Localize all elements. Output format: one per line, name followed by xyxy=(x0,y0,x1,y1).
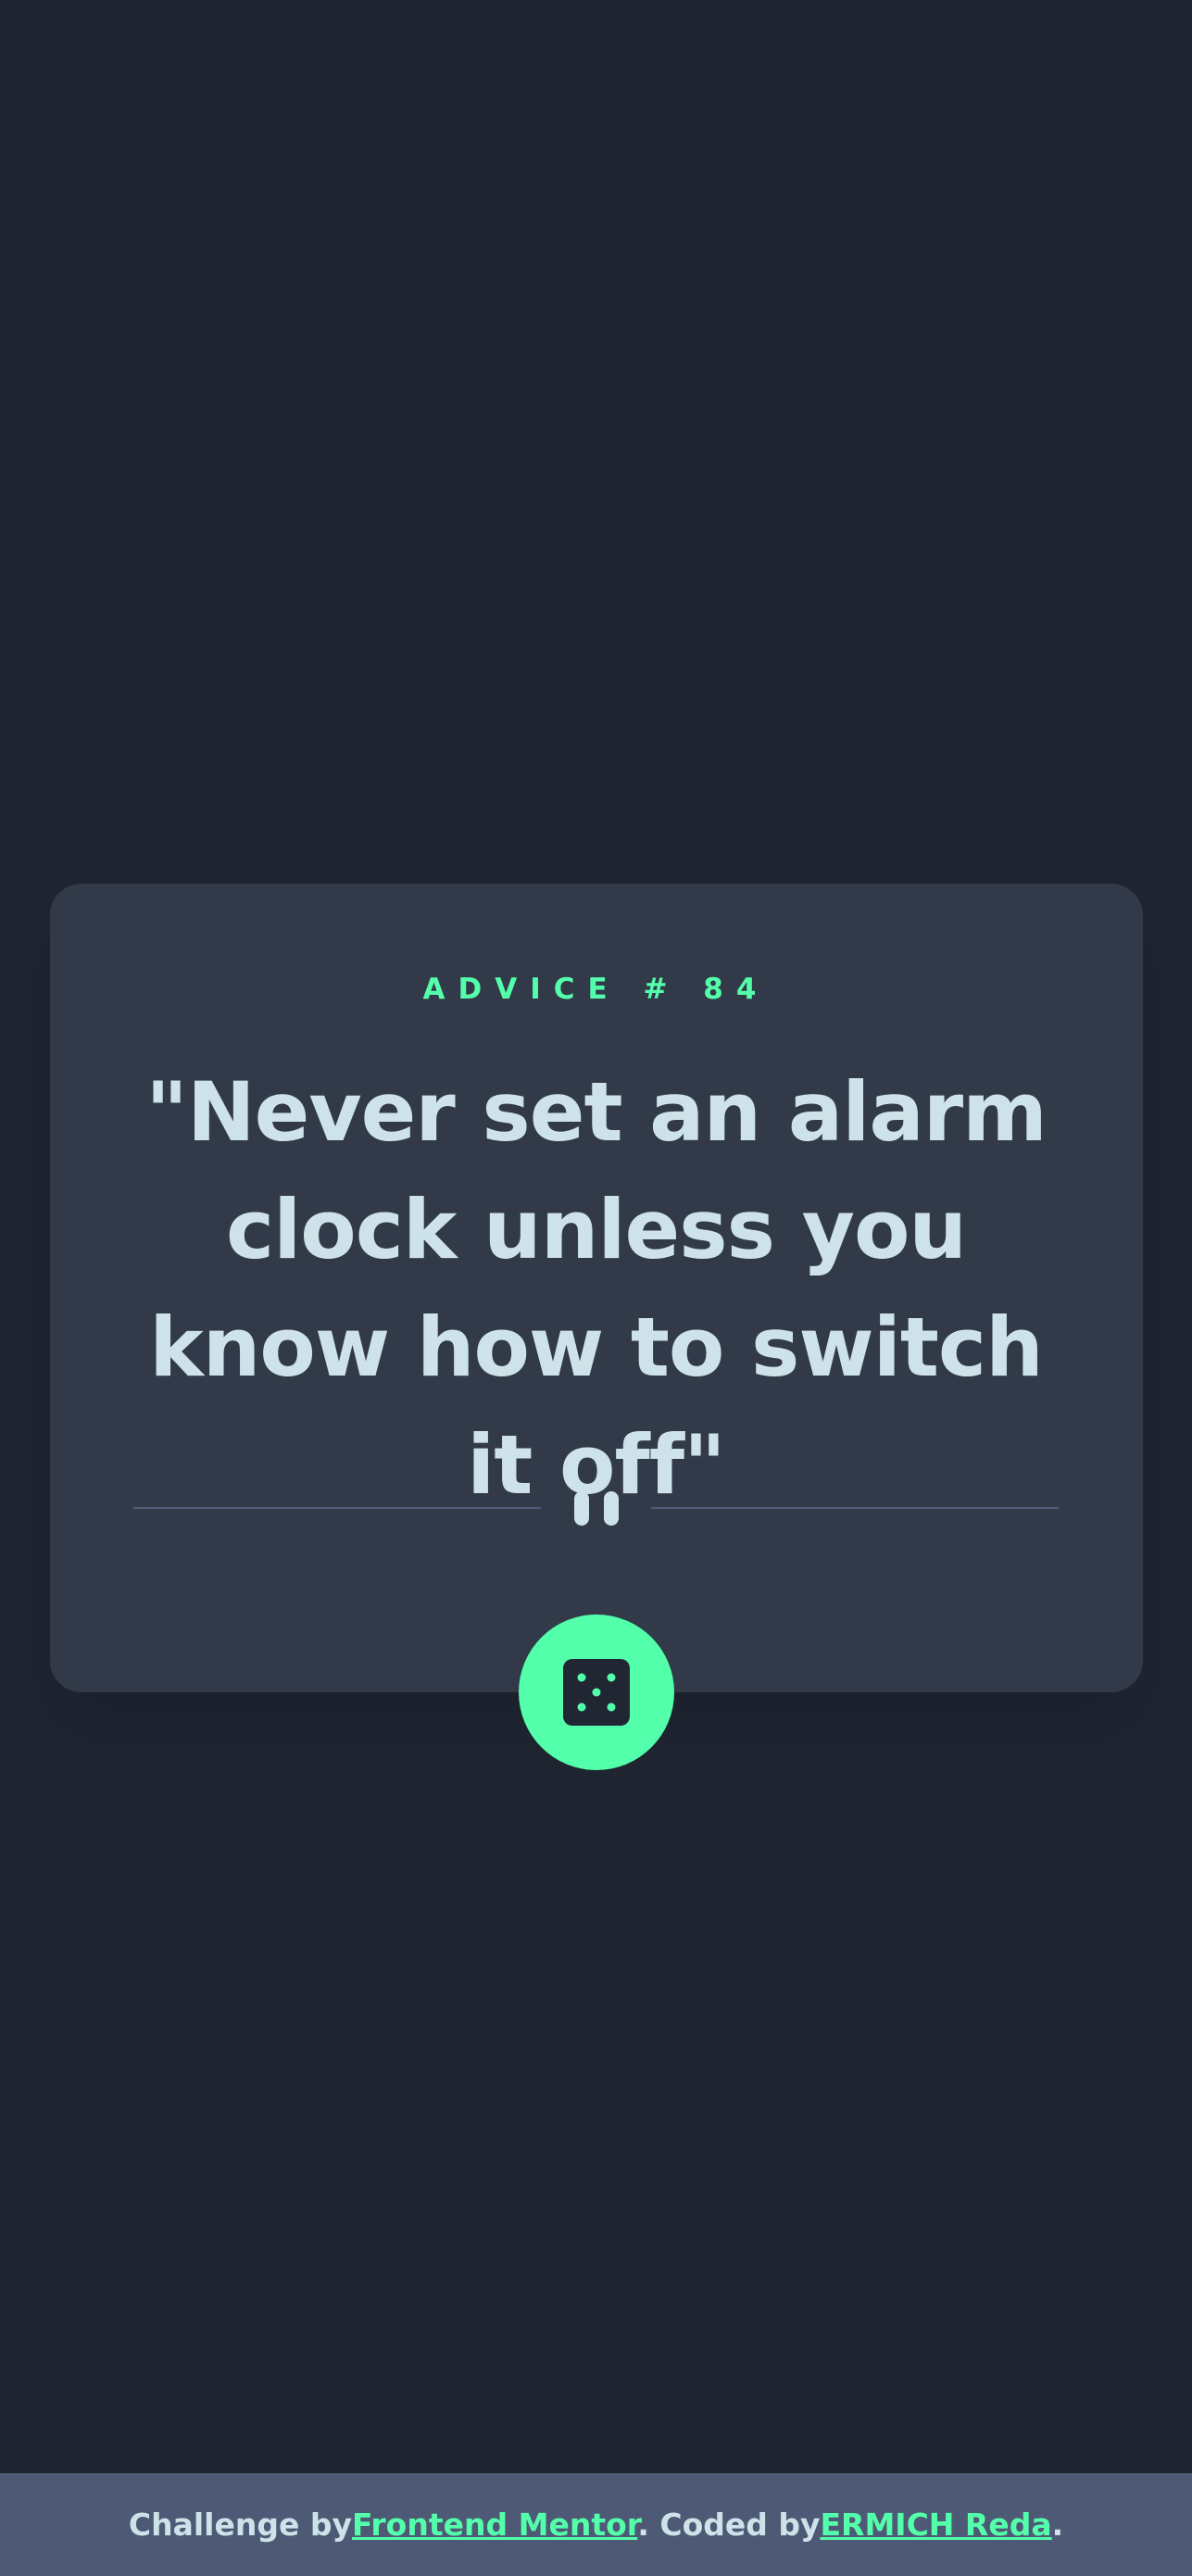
advice-number-label: ADVICE # 84 xyxy=(422,973,770,1006)
divider-line-left xyxy=(133,1507,541,1509)
footer-coded-text: . Coded by xyxy=(637,2507,821,2543)
author-link[interactable]: ERMICH Reda xyxy=(821,2507,1052,2543)
frontend-mentor-link[interactable]: Frontend Mentor xyxy=(352,2507,637,2543)
new-advice-button[interactable] xyxy=(519,1615,674,1770)
pause-icon-bar xyxy=(604,1491,619,1526)
dice-icon xyxy=(563,1659,630,1726)
attribution-footer: Challenge byFrontend Mentor. Coded byERM… xyxy=(0,2473,1192,2576)
footer-period: . xyxy=(1051,2507,1064,2543)
pause-icon xyxy=(574,1491,589,1526)
footer-challenge-text: Challenge by xyxy=(128,2507,352,2543)
advice-quote: "Never set an alarm clock unless you kno… xyxy=(145,1064,1048,1513)
divider-line-right xyxy=(651,1507,1059,1509)
